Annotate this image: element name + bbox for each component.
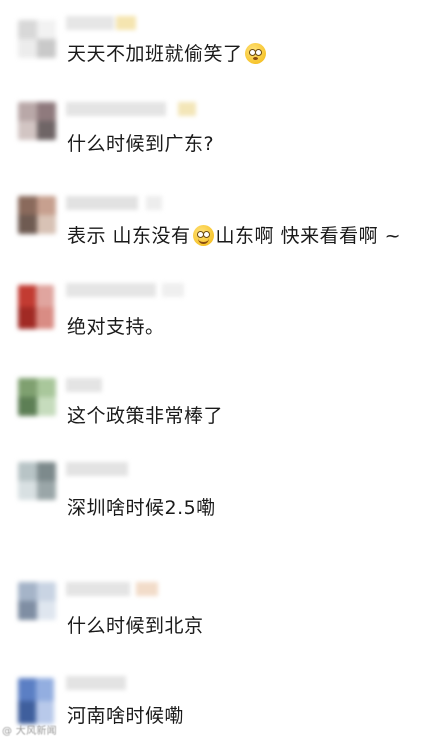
username-blurred[interactable] [66,582,158,596]
comment-text: 这个政策非常棒了 [67,405,224,427]
username-blurred[interactable] [66,196,162,210]
comment-text: 天天不加班就偷笑了 [67,42,268,66]
avatar[interactable] [18,462,56,500]
username-blurred[interactable] [66,378,102,392]
comment-text: 什么时候到广东? [67,133,215,155]
comment-text: 深圳啥时候2.5嘞 [67,497,216,519]
smiling-face-emoji [192,225,214,246]
avatar[interactable] [18,196,56,234]
watermark: @ 大风新闻 [2,726,57,737]
username-blurred[interactable] [66,462,128,476]
comment-text: 河南啥时候嘞 [67,705,185,727]
avatar[interactable] [18,20,56,58]
avatar[interactable] [18,678,54,724]
flushed-face-emoji [244,43,266,64]
username-blurred[interactable] [66,102,196,116]
username-blurred[interactable] [66,676,126,690]
avatar[interactable] [18,285,54,329]
username-blurred[interactable] [66,16,136,30]
comment-feed: 天天不加班就偷笑了 什么时候到广东? 表示 山东没有 山东啊 快来看看啊 ~ 绝对… [0,0,423,741]
username-blurred[interactable] [66,283,184,297]
comment-text: 什么时候到北京 [67,615,204,637]
comment-text: 表示 山东没有 山东啊 快来看看啊 ~ [67,225,402,247]
avatar[interactable] [18,582,56,620]
avatar[interactable] [18,102,56,140]
avatar[interactable] [18,378,56,416]
comment-text: 绝对支持。 [67,316,165,338]
